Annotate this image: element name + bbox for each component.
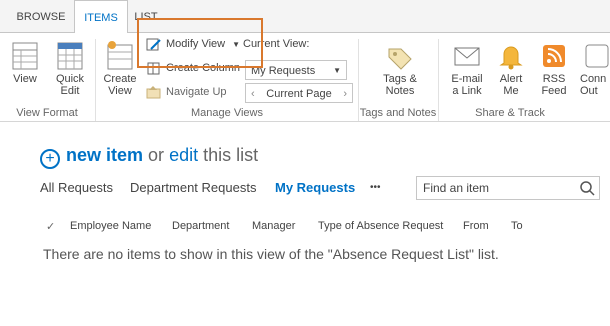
email-link-button[interactable]: E-mail a Link: [446, 41, 488, 97]
ribbon: View Quick Edit View Format Create View …: [0, 33, 610, 122]
navigate-up-icon: [146, 86, 161, 99]
navigate-up-button[interactable]: Navigate Up: [146, 83, 227, 101]
edit-link[interactable]: edit: [169, 145, 198, 165]
quick-edit-icon: [57, 42, 83, 70]
empty-message: There are no items to show in this view …: [43, 246, 499, 262]
alert-me-button[interactable]: Alert Me: [492, 41, 530, 97]
quick-edit-button[interactable]: Quick Edit: [50, 41, 90, 97]
tags-notes-button[interactable]: Tags & Notes: [378, 41, 422, 97]
plus-circle-icon[interactable]: +: [40, 149, 60, 169]
quick-edit-label: Quick Edit: [55, 73, 85, 97]
ribbon-tabs: BROWSE ITEMS LIST: [0, 0, 610, 34]
column-employee-name[interactable]: Employee Name: [70, 220, 151, 232]
connect-label: Conn Out: [580, 73, 607, 97]
view-button[interactable]: View: [6, 41, 44, 85]
create-view-icon: [107, 41, 133, 70]
more-views-icon[interactable]: •••: [370, 182, 381, 193]
create-view-label: Create View: [103, 73, 137, 97]
tags-notes-label: Tags & Notes: [383, 73, 417, 97]
column-manager[interactable]: Manager: [252, 220, 295, 232]
chevron-left-icon[interactable]: ‹: [251, 84, 255, 104]
highlight-box: [137, 18, 263, 68]
view-all-requests[interactable]: All Requests: [40, 180, 113, 195]
column-from[interactable]: From: [463, 220, 489, 232]
current-page-pager[interactable]: ‹ Current Page ›: [245, 83, 353, 103]
view-department-requests[interactable]: Department Requests: [130, 180, 256, 195]
rss-icon: [543, 45, 565, 67]
connect-button[interactable]: Conn Out: [580, 41, 610, 97]
view-my-requests[interactable]: My Requests: [275, 180, 355, 195]
chevron-down-icon: ▼: [333, 66, 341, 75]
navigate-up-label: Navigate Up: [166, 86, 227, 98]
tab-items[interactable]: ITEMS: [74, 0, 128, 34]
column-to[interactable]: To: [511, 220, 523, 232]
this-list-text: this list: [203, 145, 259, 165]
rss-feed-button[interactable]: RSS Feed: [536, 41, 572, 97]
checkmark-icon[interactable]: ✓: [46, 220, 55, 233]
view-icon: [12, 42, 38, 70]
new-item-link[interactable]: new item: [66, 145, 143, 165]
search-placeholder: Find an item: [423, 181, 490, 195]
rss-feed-label: RSS Feed: [541, 73, 567, 97]
tab-browse[interactable]: BROWSE: [10, 0, 72, 32]
alert-me-label: Alert Me: [499, 73, 523, 97]
or-text: or: [148, 145, 165, 165]
group-view-format: View Format: [16, 107, 78, 119]
column-absence-type[interactable]: Type of Absence Request: [318, 220, 443, 232]
group-manage-views: Manage Views: [191, 107, 263, 119]
group-tags-and-notes: Tags and Notes: [359, 107, 437, 119]
create-view-button[interactable]: Create View: [100, 41, 140, 97]
ribbon-separator: [438, 39, 439, 121]
envelope-icon: [454, 47, 480, 66]
group-share-and-track: Share & Track: [475, 107, 545, 119]
chevron-right-icon[interactable]: ›: [343, 84, 347, 104]
bell-icon: [499, 46, 523, 70]
connect-icon: [585, 44, 609, 68]
new-item-line: + new item or edit this list: [40, 145, 258, 169]
column-department[interactable]: Department: [172, 220, 229, 232]
email-link-label: E-mail a Link: [451, 73, 483, 97]
current-page-label: Current Page: [266, 88, 332, 100]
search-icon[interactable]: [579, 180, 595, 196]
view-label: View: [13, 73, 37, 85]
tag-icon: [388, 48, 412, 70]
search-input[interactable]: Find an item: [416, 176, 600, 200]
